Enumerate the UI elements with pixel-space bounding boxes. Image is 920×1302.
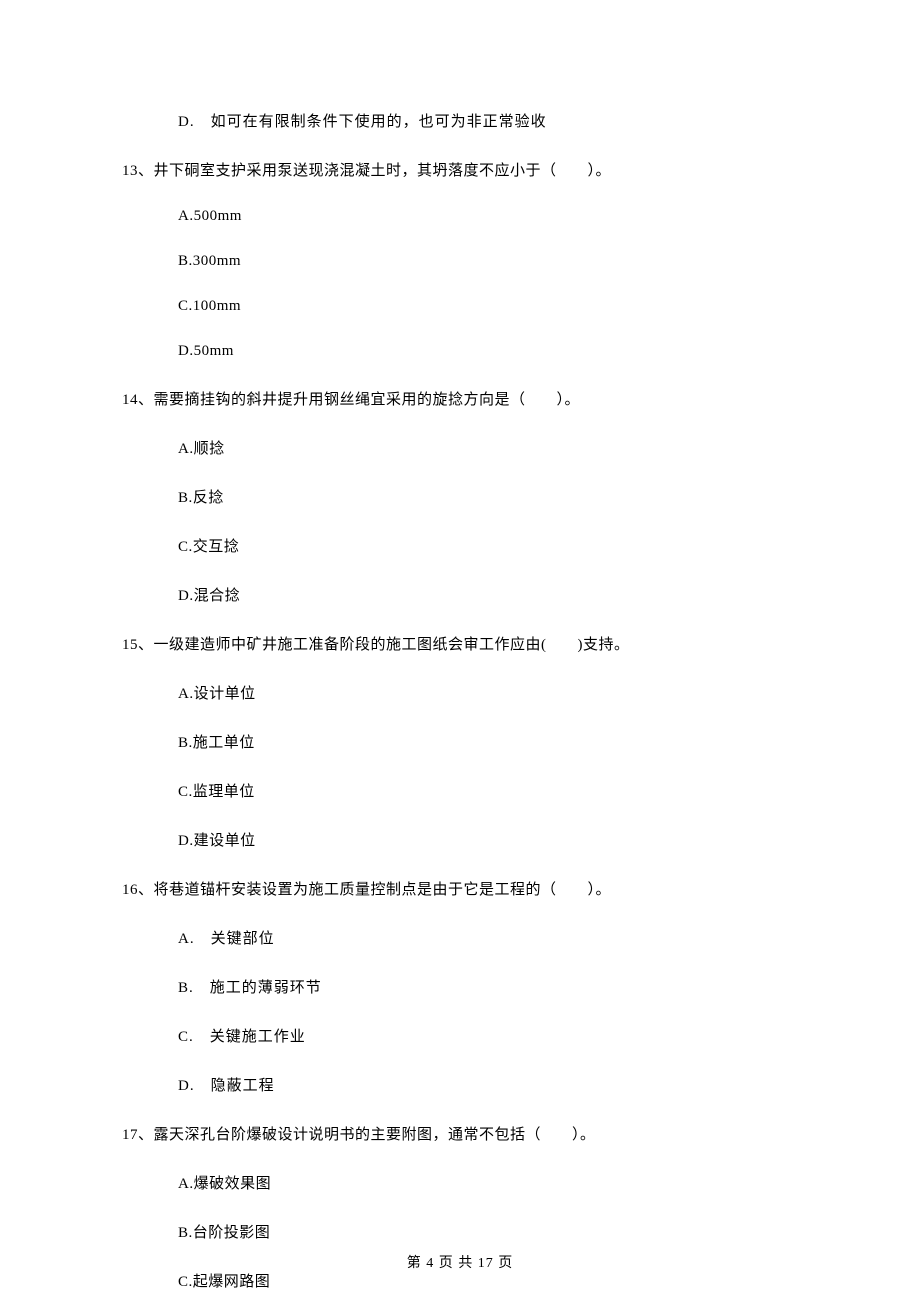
q14-option-a: A.顺捻 [90,437,830,458]
q13-option-b: B.300mm [90,253,830,270]
q16-option-c: C. 关键施工作业 [90,1025,830,1046]
q13-stem: 13、井下硐室支护采用泵送现浇混凝土时，其坍落度不应小于（ ）。 [90,159,830,180]
q16-option-d: D. 隐蔽工程 [90,1074,830,1095]
page-content: D. 如可在有限制条件下使用的，也可为非正常验收 13、井下硐室支护采用泵送现浇… [0,0,920,1291]
q16-option-b: B. 施工的薄弱环节 [90,976,830,997]
page-footer: 第 4 页 共 17 页 [0,1252,920,1272]
q14-stem: 14、需要摘挂钩的斜井提升用钢丝绳宜采用的旋捻方向是（ ）。 [90,388,830,409]
q12-option-d: D. 如可在有限制条件下使用的，也可为非正常验收 [90,110,830,131]
q15-option-c: C.监理单位 [90,780,830,801]
q14-option-d: D.混合捻 [90,584,830,605]
q15-option-d: D.建设单位 [90,829,830,850]
q13-option-c: C.100mm [90,298,830,315]
q13-option-a: A.500mm [90,208,830,225]
q16-stem: 16、将巷道锚杆安装设置为施工质量控制点是由于它是工程的（ ）。 [90,878,830,899]
q17-stem: 17、露天深孔台阶爆破设计说明书的主要附图，通常不包括（ ）。 [90,1123,830,1144]
q16-option-a: A. 关键部位 [90,927,830,948]
q14-option-b: B.反捻 [90,486,830,507]
q14-option-c: C.交互捻 [90,535,830,556]
q17-option-b: B.台阶投影图 [90,1221,830,1242]
q15-option-a: A.设计单位 [90,682,830,703]
q15-option-b: B.施工单位 [90,731,830,752]
q13-option-d: D.50mm [90,343,830,360]
q15-stem: 15、一级建造师中矿井施工准备阶段的施工图纸会审工作应由( )支持。 [90,633,830,654]
q17-option-c: C.起爆网路图 [90,1270,830,1291]
q17-option-a: A.爆破效果图 [90,1172,830,1193]
